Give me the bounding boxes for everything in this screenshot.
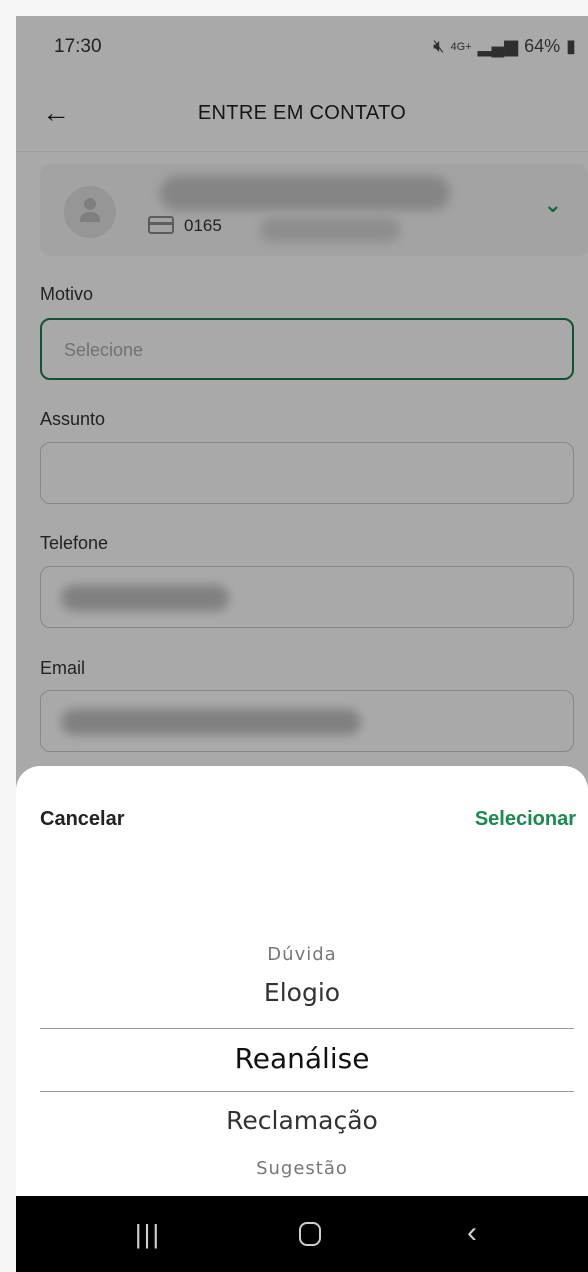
back-icon[interactable]: ‹	[442, 1214, 502, 1254]
picker-option[interactable]: Reclamação	[16, 1106, 588, 1135]
cancel-button[interactable]: Cancelar	[40, 808, 125, 831]
system-nav-bar: ||| ‹	[16, 1196, 588, 1272]
picker-divider-bottom	[40, 1091, 574, 1092]
picker-option[interactable]: Dúvida	[16, 944, 588, 965]
picker-option[interactable]: Sugestão	[16, 1158, 588, 1179]
home-shape	[299, 1222, 321, 1246]
recent-apps-icon[interactable]: |||	[118, 1214, 178, 1254]
frame-top-edge	[0, 0, 588, 16]
device-screen: 17:30 🔇︎ 4G+ ▂▄▆ 64% ▮ ← ENTRE EM CONTAT…	[0, 0, 588, 1272]
picker-sheet: Cancelar Selecionar Dúvida Elogio Reanál…	[16, 766, 588, 1196]
picker-option-selected[interactable]: Reanálise	[16, 1042, 588, 1075]
select-button[interactable]: Selecionar	[475, 808, 576, 831]
home-icon[interactable]	[280, 1214, 340, 1254]
frame-left-edge	[0, 0, 16, 1272]
app-content: 17:30 🔇︎ 4G+ ▂▄▆ 64% ▮ ← ENTRE EM CONTAT…	[16, 16, 588, 1272]
picker-divider-top	[40, 1028, 574, 1029]
picker-option[interactable]: Elogio	[16, 978, 588, 1007]
